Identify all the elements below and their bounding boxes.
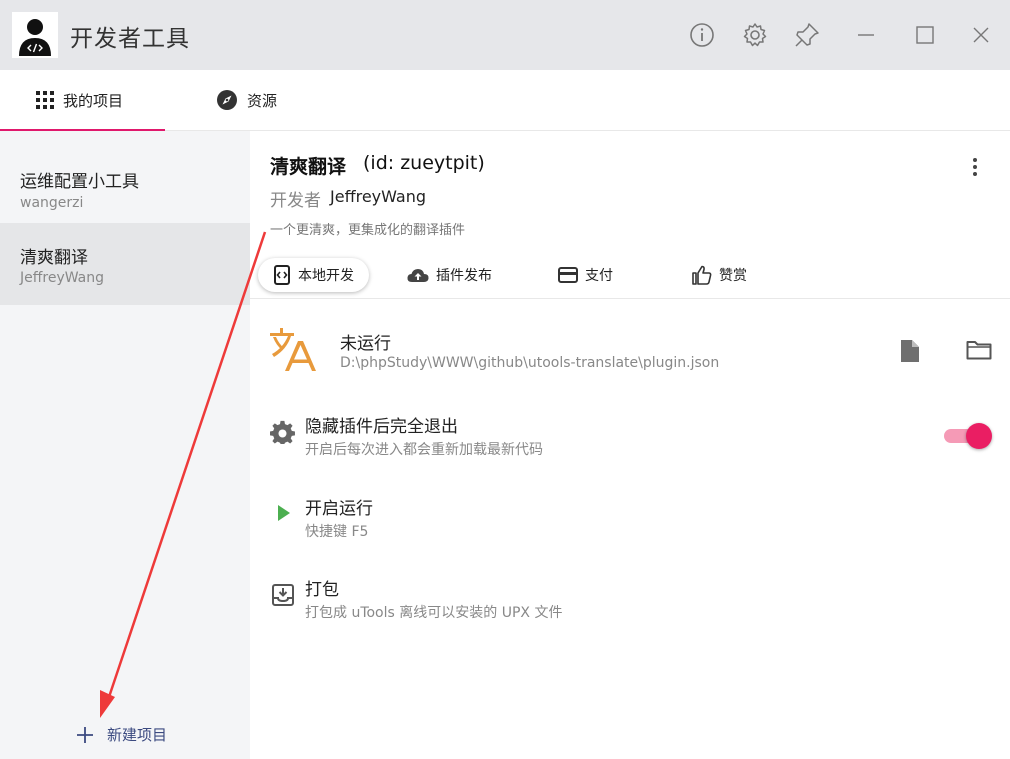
minimize-icon[interactable]: [852, 21, 880, 49]
tab-publish-label: 插件发布: [436, 268, 492, 284]
title-bar: 开发者工具: [0, 0, 1010, 70]
folder-icon[interactable]: [966, 339, 992, 361]
tab-local-dev-label: 本地开发: [298, 268, 354, 284]
settings-icon[interactable]: [741, 21, 769, 49]
maximize-icon[interactable]: [911, 21, 939, 49]
thumb-up-icon: [692, 265, 712, 285]
project-author: JeffreyWang: [20, 270, 105, 286]
project-item-active[interactable]: 清爽翻译 JeffreyWang: [0, 223, 250, 305]
project-author: wangerzi: [20, 195, 84, 211]
app-logo: [12, 12, 58, 58]
translate-icon: [270, 327, 318, 373]
settings-icon: [270, 420, 296, 446]
archive-download-icon: [272, 584, 298, 610]
project-item[interactable]: 运维配置小工具 wangerzi: [0, 139, 250, 221]
tab-my-projects-label: 我的项目: [63, 91, 124, 110]
more-vert-icon[interactable]: [963, 155, 987, 179]
project-title: 清爽翻译: [270, 156, 347, 178]
tab-my-projects[interactable]: 我的项目: [36, 70, 123, 130]
option-title: 开启运行: [305, 499, 373, 519]
project-id: (id: zueytpit): [363, 152, 485, 174]
close-icon[interactable]: [967, 21, 995, 49]
project-description: 一个更清爽，更集成化的翻译插件: [270, 223, 466, 238]
option-subtitle: 开启后每次进入都会重新加载最新代码: [305, 442, 543, 458]
tab-publish[interactable]: 插件发布: [407, 258, 492, 292]
compass-icon: [217, 90, 237, 110]
project-name: 运维配置小工具: [20, 172, 139, 192]
dev-mode-icon: [274, 265, 290, 285]
project-sidebar: 运维配置小工具 wangerzi 清爽翻译 JeffreyWang: [0, 131, 250, 759]
project-detail: 清爽翻译 (id: zueytpit) 开发者 JeffreyWang 一个更清…: [250, 131, 1010, 759]
tab-reward-label: 赞赏: [719, 268, 747, 284]
tab-reward[interactable]: 赞赏: [692, 258, 747, 292]
option-subtitle: 打包成 uTools 离线可以安装的 UPX 文件: [305, 605, 563, 621]
top-nav: 我的项目 资源: [0, 70, 1010, 131]
app-title: 开发者工具: [70, 26, 190, 52]
pin-icon[interactable]: [793, 21, 821, 49]
cloud-upload-icon: [407, 269, 429, 282]
option-subtitle: 快捷键 F5: [305, 524, 369, 540]
option-exit-on-hide: 隐藏插件后完全退出 开启后每次进入都会重新加载最新代码: [250, 412, 1010, 482]
project-sub-tabs: 本地开发 插件发布 支付 赞赏: [250, 253, 1010, 299]
new-project-button[interactable]: 新建项目: [76, 724, 167, 745]
developer-label: 开发者: [270, 191, 321, 211]
exit-on-hide-toggle[interactable]: [944, 422, 992, 449]
toggle-knob: [966, 423, 992, 449]
tab-resources-label: 资源: [247, 91, 278, 110]
option-package[interactable]: 打包 打包成 uTools 离线可以安装的 UPX 文件: [250, 575, 1010, 645]
play-icon: [276, 504, 302, 530]
option-start-run[interactable]: 开启运行 快捷键 F5: [250, 494, 1010, 564]
developer-name: JeffreyWang: [330, 187, 427, 206]
tab-payment-label: 支付: [585, 268, 613, 284]
apps-grid-icon: [36, 91, 54, 109]
tab-local-dev[interactable]: 本地开发: [258, 258, 369, 292]
tab-payment[interactable]: 支付: [558, 258, 613, 292]
plus-icon: [77, 726, 93, 743]
run-status: 未运行: [340, 334, 391, 354]
plugin-status-row: 未运行 D:\phpStudy\WWW\github\utools-transl…: [250, 299, 1010, 391]
new-project-label: 新建项目: [107, 726, 168, 744]
tab-resources[interactable]: 资源: [216, 70, 277, 130]
plugin-path: D:\phpStudy\WWW\github\utools-translate\…: [340, 355, 720, 371]
option-title: 隐藏插件后完全退出: [305, 417, 458, 437]
file-icon[interactable]: [899, 339, 921, 363]
info-icon[interactable]: [688, 21, 716, 49]
option-title: 打包: [305, 580, 339, 600]
project-name: 清爽翻译: [20, 248, 88, 268]
credit-card-icon: [558, 267, 578, 283]
